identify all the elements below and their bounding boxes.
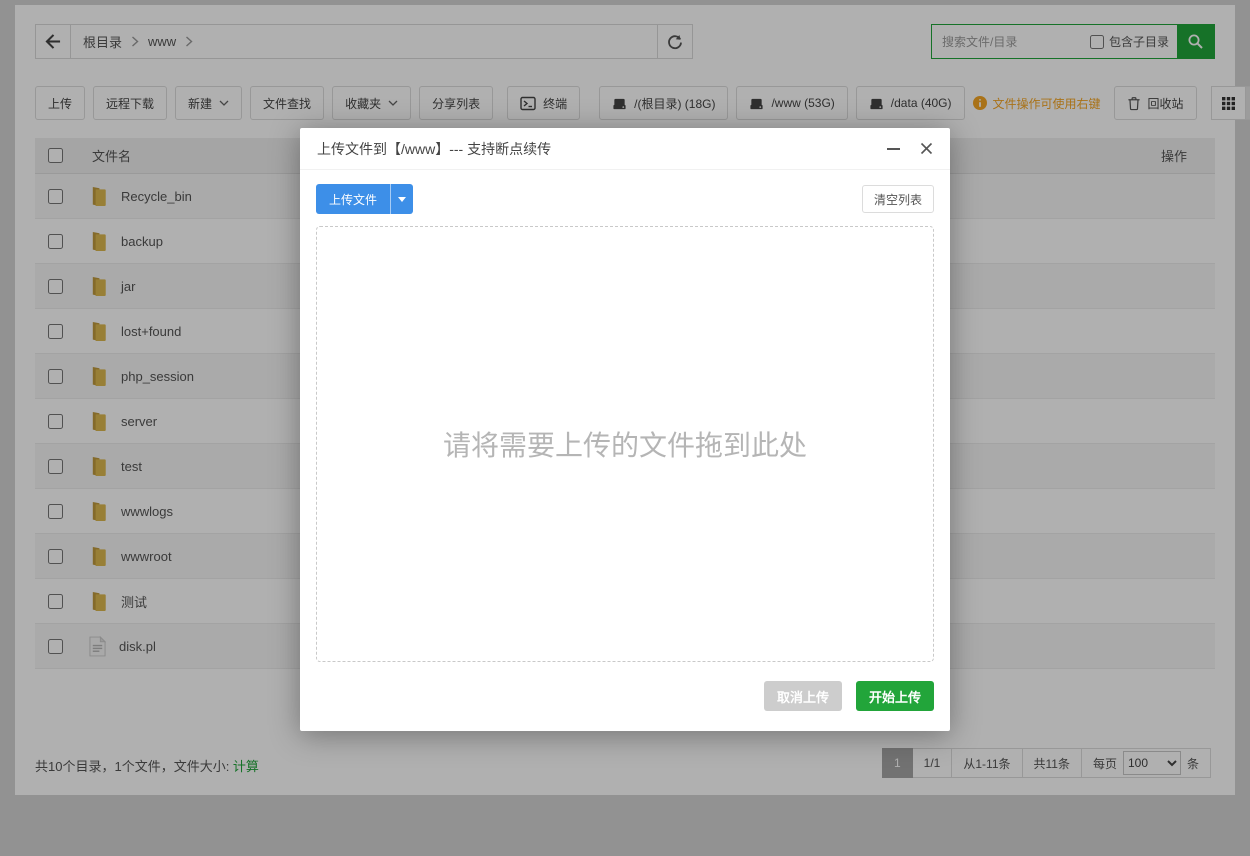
minimize-icon[interactable] (887, 148, 900, 150)
cancel-upload-button[interactable]: 取消上传 (764, 681, 842, 711)
clear-list-button[interactable]: 清空列表 (862, 185, 934, 213)
upload-file-button[interactable]: 上传文件 (316, 184, 390, 214)
modal-title: 上传文件到【/www】--- 支持断点续传 (317, 139, 551, 159)
upload-options-dropdown[interactable] (390, 184, 413, 214)
caret-down-icon (398, 197, 406, 202)
upload-file-split-button[interactable]: 上传文件 (316, 184, 413, 214)
upload-controls-row: 上传文件 清空列表 (316, 184, 934, 214)
app-screen: 根目录 www 包含子目录 (0, 0, 1250, 856)
dropzone-hint: 请将需要上传的文件拖到此处 (443, 424, 807, 464)
modal-controls (887, 142, 933, 155)
upload-dropzone[interactable]: 请将需要上传的文件拖到此处 (316, 226, 934, 662)
close-icon[interactable] (920, 142, 933, 155)
modal-body: 上传文件 清空列表 请将需要上传的文件拖到此处 取消上传 开始上传 (300, 170, 950, 711)
upload-modal: 上传文件到【/www】--- 支持断点续传 上传文件 (300, 128, 950, 731)
modal-header: 上传文件到【/www】--- 支持断点续传 (300, 128, 950, 170)
modal-footer: 取消上传 开始上传 (316, 681, 934, 711)
start-upload-button[interactable]: 开始上传 (856, 681, 934, 711)
